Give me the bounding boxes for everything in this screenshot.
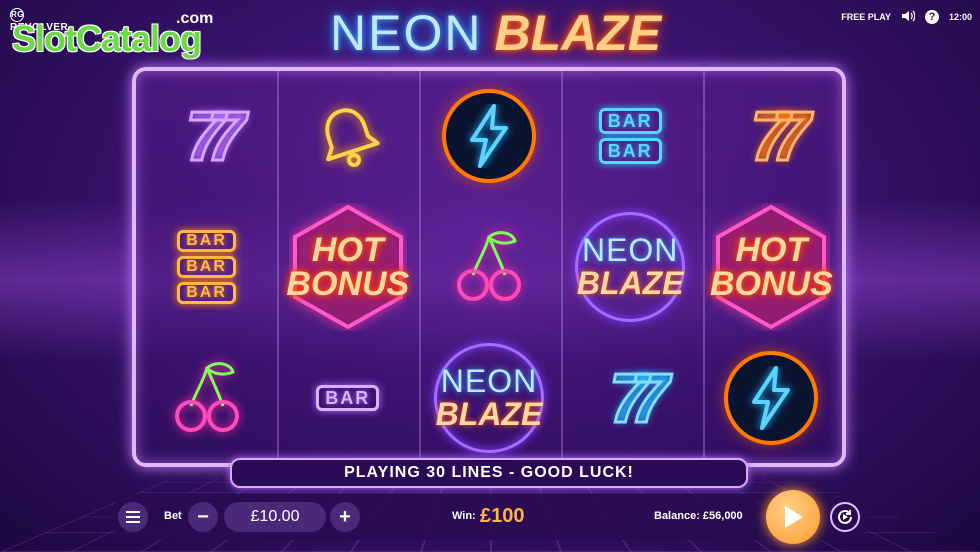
game-title-neon: NEON — [330, 5, 483, 61]
win-value: £100 — [480, 505, 525, 527]
site-domain: .com — [176, 10, 214, 27]
top-right-bar: FREE PLAY ? 12:00 — [841, 10, 972, 24]
free-play-label: FREE PLAY — [841, 12, 891, 22]
seven-symbol: 77 — [749, 96, 812, 177]
reel-cell — [418, 202, 559, 333]
reel-cell — [701, 332, 842, 463]
hot-bonus-symbol: HOT BONUS — [286, 203, 409, 331]
reel-cell — [277, 71, 418, 202]
spin-button[interactable] — [766, 490, 820, 544]
lightning-bolt-icon — [445, 93, 532, 180]
autoplay-button[interactable] — [830, 502, 860, 532]
help-button[interactable]: ? — [924, 10, 939, 24]
autoplay-icon — [838, 509, 852, 524]
bet-increase-button[interactable]: + — [330, 502, 360, 532]
neon-blaze-wild-symbol: NEON BLAZE — [571, 208, 689, 326]
cherry-icon — [167, 358, 247, 438]
reel-cell: NEON BLAZE — [418, 332, 559, 463]
play-icon — [785, 506, 803, 528]
reel-cell: 77 — [136, 71, 277, 202]
reel-cell: NEON BLAZE — [560, 202, 701, 333]
reel-cell — [418, 71, 559, 202]
double-bar-symbol: BAR BAR — [598, 108, 662, 165]
reel-cell: BAR BAR BAR — [136, 202, 277, 333]
reel-cell: BAR BAR — [560, 71, 701, 202]
status-message: PLAYING 30 LINES - GOOD LUCK! — [230, 458, 748, 488]
clock: 12:00 — [948, 12, 972, 22]
bet-decrease-button[interactable]: − — [188, 502, 218, 532]
hamburger-icon — [126, 511, 140, 523]
hot-bonus-symbol: HOT BONUS — [710, 203, 833, 331]
reel-cell — [136, 332, 277, 463]
reel-cell: HOT BONUS — [701, 202, 842, 333]
bet-value: £10.00 — [224, 502, 326, 532]
game-title-blaze: BLAZE — [494, 5, 662, 61]
reel-cell: HOT BONUS — [277, 202, 418, 333]
seven-symbol: 77 — [608, 357, 671, 438]
menu-button[interactable] — [118, 502, 148, 532]
reel-frame: 77 BAR BAR 77 BAR BAR BAR HOT BONUS NEON… — [132, 67, 846, 467]
bell-icon — [310, 98, 386, 174]
reel-cell: 77 — [560, 332, 701, 463]
seven-symbol: 77 — [184, 96, 247, 177]
balance-display: Balance: £56,000 — [654, 510, 743, 522]
win-label: Win: — [452, 510, 476, 522]
speaker-icon[interactable] — [901, 10, 916, 24]
cherry-icon — [449, 227, 529, 307]
site-logo: SlotCatalog — [12, 18, 202, 59]
neon-blaze-wild-symbol: NEON BLAZE — [430, 339, 548, 457]
single-bar-symbol: BAR — [316, 384, 380, 411]
triple-bar-symbol: BAR BAR BAR — [177, 229, 236, 304]
game-title: NEON BLAZE — [330, 4, 661, 62]
control-bar: Bet − £10.00 + Win: £100 Balance: £56,00… — [110, 490, 870, 544]
reel-cell: BAR — [277, 332, 418, 463]
reel-cell: 77 — [701, 71, 842, 202]
lightning-bolt-icon — [728, 354, 815, 441]
bet-label: Bet — [164, 510, 182, 522]
